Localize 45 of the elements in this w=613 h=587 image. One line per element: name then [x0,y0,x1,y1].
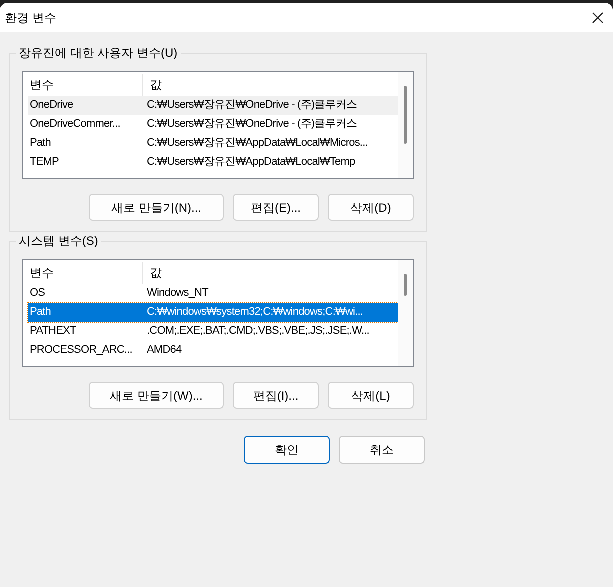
dialog-button[interactable]: 취소 [339,436,425,464]
dialog-button[interactable]: 새로 만들기(N)... [89,194,224,221]
list-row[interactable]: PROCESSOR_ARC... AMD64 [28,341,398,360]
list-row[interactable]: OneDriveCommer... C:₩Users₩장유진₩OneDrive - (주)클루커스 [28,115,398,134]
variable-name: PROCESSOR_ARC... [30,344,132,356]
dialog-button[interactable]: 삭제(L) [328,382,414,409]
scrollbar-thumb[interactable] [404,86,407,144]
variable-name: OneDrive [30,99,74,111]
list-row[interactable]: PATHEXT .COM;.EXE;.BAT;.CMD;.VBS;.VBE;.JS;.JSE;.W... [28,322,398,341]
list-row[interactable]: Path C:₩Users₩장유진₩AppData₩Local₩Micros... [28,134,398,153]
list-row[interactable]: TEMP C:₩Users₩장유진₩AppData₩Local₩Temp [28,153,398,172]
variable-value: Windows_NT [147,287,208,299]
group-title: 장유진에 대한 사용자 변수(U) [16,45,181,61]
variable-value: C:₩Users₩장유진₩AppData₩Local₩Micros... [147,137,368,149]
column-header[interactable]: 변수 [28,262,143,284]
column-header[interactable]: 값 [143,74,398,96]
close-icon[interactable] [592,12,604,24]
variable-name: TEMP [30,156,59,168]
dialog-button[interactable]: 삭제(D) [328,194,414,221]
scrollbar[interactable] [398,72,413,178]
variable-name: OneDriveCommer... [30,118,120,130]
dialog-button[interactable]: 새로 만들기(W)... [89,382,224,409]
variable-value: C:₩Users₩장유진₩AppData₩Local₩Temp [147,156,356,168]
dialog-button[interactable]: 편집(E)... [233,194,319,221]
list-row[interactable]: Path C:₩windows₩system32;C:₩windows;C:₩wi... [28,303,398,322]
variable-value: C:₩Users₩장유진₩OneDrive - (주)클루커스 [147,99,358,111]
list-row[interactable]: OneDrive C:₩Users₩장유진₩OneDrive - (주)클루커스 [28,96,398,115]
column-header[interactable]: 값 [143,262,398,284]
variable-name: Path [30,306,52,318]
dialog-button[interactable]: 확인 [244,436,330,464]
list-row[interactable]: OS Windows_NT [28,284,398,303]
variable-value: C:₩windows₩system32;C:₩windows;C:₩wi... [147,306,364,318]
variable-value: C:₩Users₩장유진₩OneDrive - (주)클루커스 [147,118,358,130]
variable-list[interactable]: 변수 값 OS Windows_NT Path C:₩windows₩system32;C:₩windows;C:₩wi... PATHEXT .COM;.EXE;.BAT;.CMD;.VBS;.VBE;.JS;.JSE;.W... PROCESSOR_ARC... AMD64 [22,259,414,367]
scrollbar[interactable] [398,260,413,366]
variable-value: .COM;.EXE;.BAT;.CMD;.VBS;.VBE;.JS;.JSE;.W... [147,325,370,337]
group-title: 시스템 변수(S) [16,233,102,249]
variable-value: AMD64 [147,344,182,356]
variable-name: Path [30,137,52,149]
variable-name: PATHEXT [30,325,76,337]
variable-list[interactable]: 변수 값 OneDrive C:₩Users₩장유진₩OneDrive - (주)클루커스 OneDriveCommer... C:₩Users₩장유진₩OneDrive - (주)클루커스 Path C:₩Users₩장유진₩AppData₩Local₩Micros... TEMP C:₩Users₩장유진₩AppData₩Local₩Temp [22,71,414,179]
dialog-button[interactable]: 편집(I)... [233,382,319,409]
variable-name: OS [30,287,46,299]
window-title: 환경 변수 [5,10,56,26]
scrollbar-thumb[interactable] [404,274,407,296]
